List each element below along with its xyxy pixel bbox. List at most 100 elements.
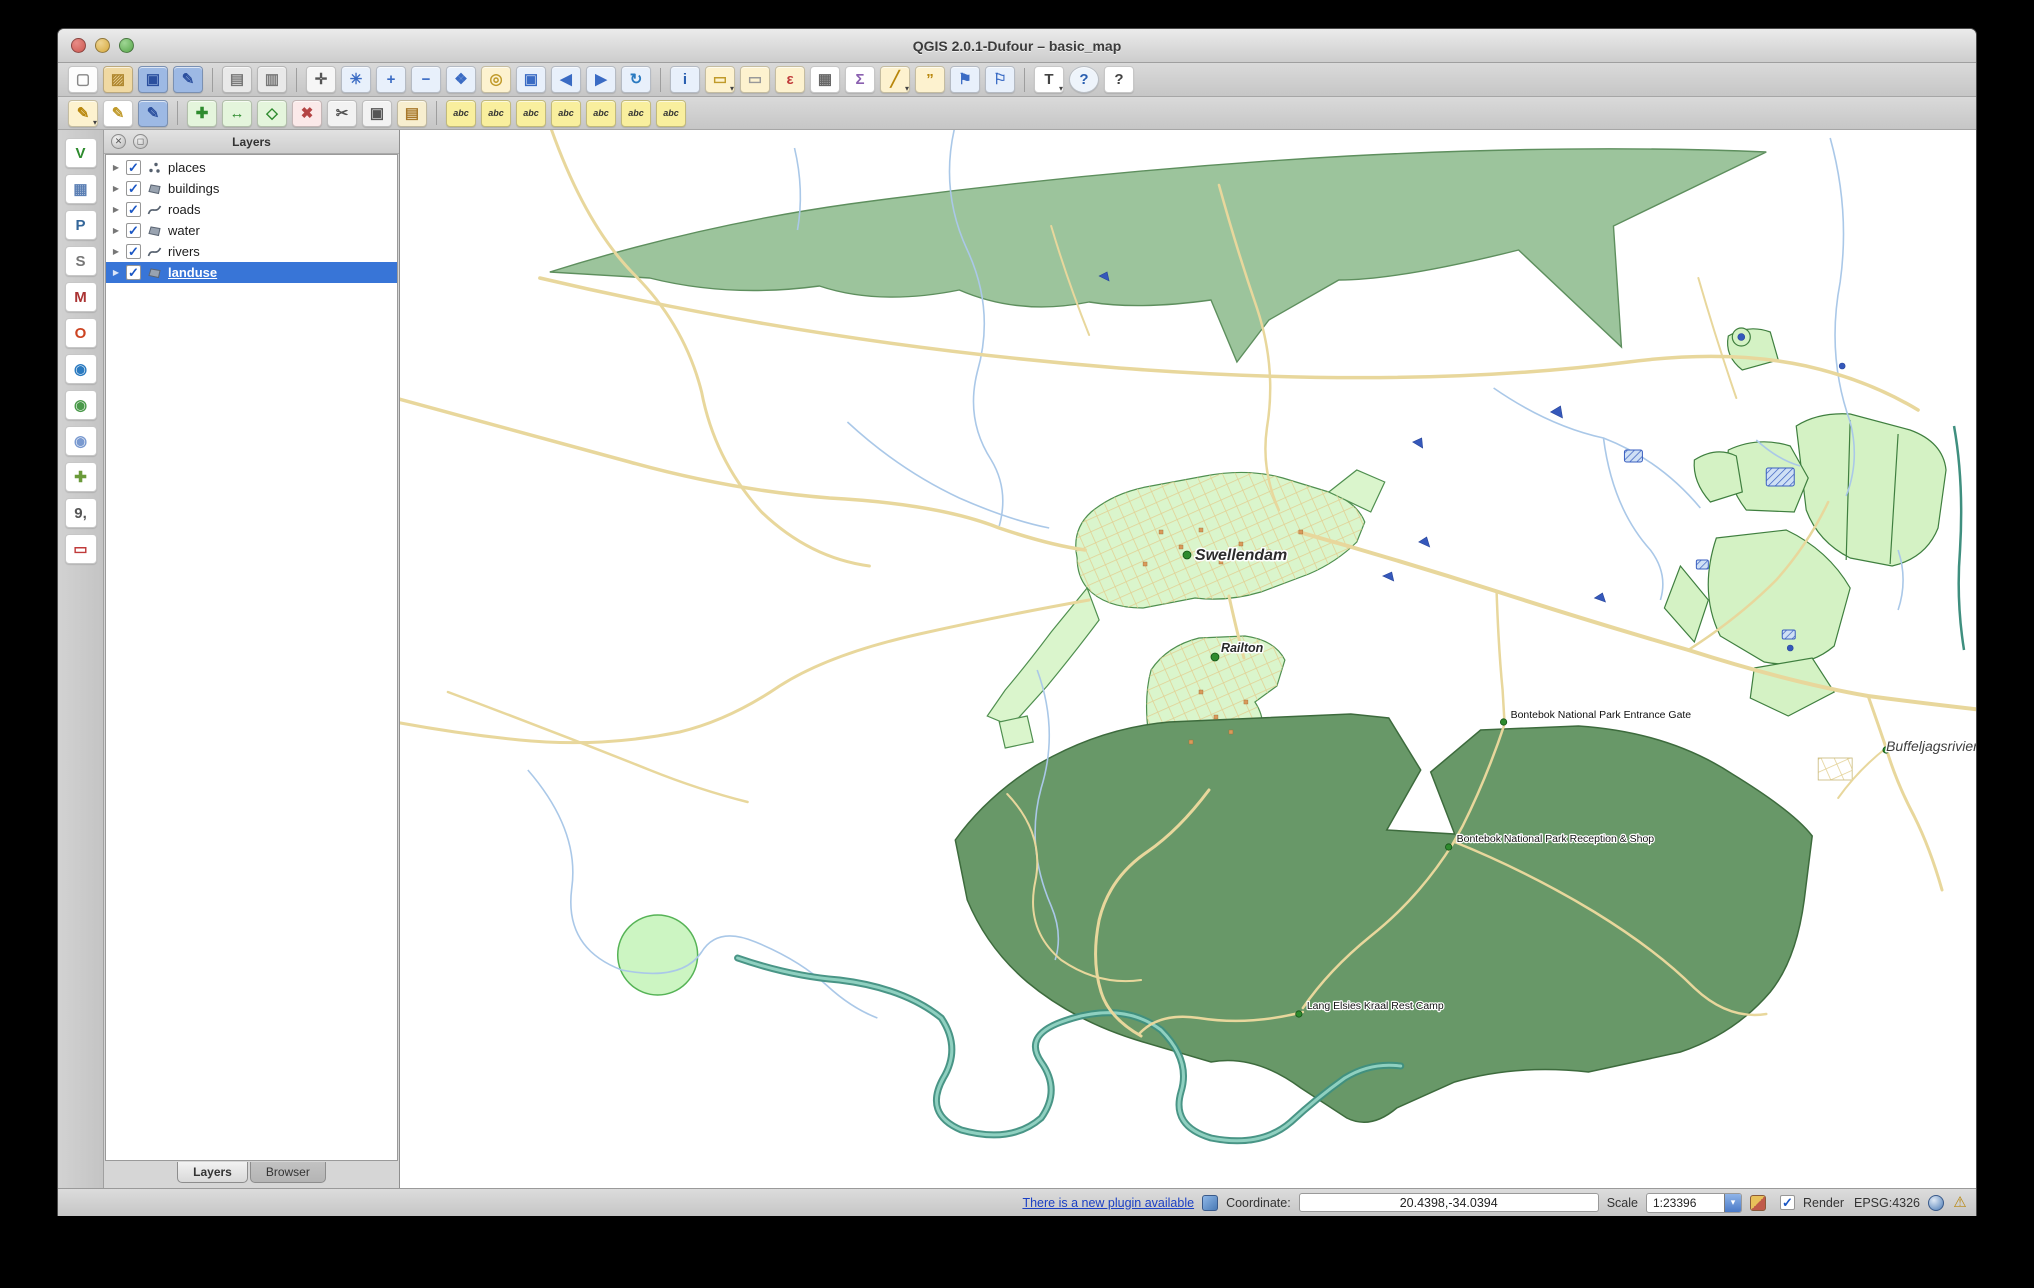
rotate-label[interactable]: abc (621, 99, 651, 127)
move-feature[interactable]: ↔ (222, 99, 252, 127)
map-canvas[interactable]: Swellendam Railton Bontebok National Par… (400, 130, 1976, 1188)
combo-dropdown-icon[interactable]: ▾ (1723, 1193, 1741, 1212)
zoom-full-extent[interactable]: ❖ (446, 66, 476, 93)
add-raster-layer[interactable]: ▦ (64, 174, 97, 204)
pin-unpin-labels[interactable]: abc (516, 99, 546, 127)
layer-item-landuse[interactable]: ▶ ✓ landuse (106, 262, 397, 283)
coordinate-input[interactable]: 20.4398,-34.0394 (1298, 1193, 1599, 1212)
add-feature[interactable]: ✚ (187, 99, 217, 127)
expand-arrow-icon[interactable]: ▶ (111, 205, 121, 214)
new-bookmark[interactable]: ⚑ (950, 66, 980, 93)
add-spatialite-layer[interactable]: S (64, 246, 97, 276)
render-checkbox[interactable]: ✓ (1779, 1195, 1795, 1210)
add-delimited-text-layer[interactable]: 9, (64, 498, 97, 528)
open-project[interactable]: ▨ (103, 66, 133, 93)
copy-features[interactable]: ▣ (362, 99, 392, 127)
refresh-map[interactable]: ↻ (621, 66, 651, 93)
touch-zoom[interactable]: ✳ (341, 66, 371, 93)
add-wcs-layer[interactable]: ◉ (64, 390, 97, 420)
whats-this[interactable]: ? (1104, 66, 1134, 93)
identify-features[interactable]: i (670, 66, 700, 93)
help-contents[interactable]: ? (1069, 66, 1099, 93)
show-hide-labels[interactable]: abc (551, 99, 581, 127)
text-annotation[interactable]: T ▾ (1034, 66, 1064, 93)
new-print-composer[interactable]: ▤ (222, 66, 252, 93)
layer-checkbox[interactable]: ✓ (126, 181, 141, 196)
layer-item-rivers[interactable]: ▶ ✓ rivers (106, 241, 397, 262)
zoom-out[interactable]: − (411, 66, 441, 93)
zoom-to-selection[interactable]: ◎ (481, 66, 511, 93)
panel-tabs: Layers Browser (104, 1161, 399, 1188)
select-features[interactable]: ▭ ▾ (705, 66, 735, 93)
zoom-to-layer[interactable]: ▣ (516, 66, 546, 93)
layers-panel-header[interactable]: ✕ ◻ Layers (104, 130, 399, 154)
select-by-expression[interactable]: ε (775, 66, 805, 93)
save-project[interactable]: ▣ (138, 66, 168, 93)
zoom-in-icon: + (386, 71, 396, 88)
change-label-properties[interactable]: abc (656, 99, 686, 127)
minimize-window-button[interactable] (95, 38, 110, 53)
log-messages-icon[interactable]: ⚠ (1952, 1194, 1968, 1211)
zoom-window-button[interactable] (119, 38, 134, 53)
expand-arrow-icon[interactable]: ▶ (111, 184, 121, 193)
new-plugin-link[interactable]: There is a new plugin available (1022, 1196, 1194, 1210)
crs-status-icon[interactable] (1928, 1194, 1944, 1211)
layer-item-places[interactable]: ▶ ✓ places (106, 157, 397, 178)
toggle-editing[interactable]: ✎ (103, 99, 133, 127)
paste-features[interactable]: ▤ (397, 99, 427, 127)
add-mssql-layer[interactable]: M (64, 282, 97, 312)
zoom-next[interactable]: ▶ (586, 66, 616, 93)
paint-icon[interactable] (1749, 1194, 1766, 1211)
map-label-rest-camp: Lang Elsies Kraal Rest Camp (1307, 1001, 1444, 1012)
add-wms-layer[interactable]: ◉ (64, 354, 97, 384)
zoom-last[interactable]: ◀ (551, 66, 581, 93)
expand-arrow-icon[interactable]: ▶ (111, 163, 121, 172)
title-bar[interactable]: QGIS 2.0.1-Dufour – basic_map (58, 29, 1976, 63)
close-window-button[interactable] (71, 38, 86, 53)
panel-tab-layers[interactable]: Layers (177, 1162, 248, 1183)
save-layer-edits[interactable]: ✎ (138, 99, 168, 127)
composer-manager[interactable]: ▥ (257, 66, 287, 93)
new-project[interactable]: ▢ (68, 66, 98, 93)
map-tips[interactable]: ” (915, 66, 945, 93)
layer-labeling-options[interactable]: abc (446, 99, 476, 127)
panel-tab-browser[interactable]: Browser (249, 1162, 326, 1183)
pan-map[interactable]: ✛ (306, 66, 336, 93)
save-project-as[interactable]: ✎ (173, 66, 203, 93)
layer-checkbox[interactable]: ✓ (126, 160, 141, 175)
dropdown-arrow-icon: ▾ (729, 84, 734, 93)
new-shapefile-layer[interactable]: ✚ (64, 462, 97, 492)
scale-label: Scale (1606, 1195, 1638, 1210)
add-vector-layer[interactable]: V (64, 138, 97, 168)
scale-combo[interactable]: 1:23396 ▾ (1645, 1192, 1742, 1213)
layer-checkbox[interactable]: ✓ (126, 265, 141, 280)
add-postgis-layer[interactable]: P (64, 210, 97, 240)
panel-close-button[interactable]: ✕ (111, 134, 126, 149)
show-bookmarks[interactable]: ⚐ (985, 66, 1015, 93)
cut-features[interactable]: ✂ (327, 99, 357, 127)
node-tool[interactable]: ◇ (257, 99, 287, 127)
layer-item-buildings[interactable]: ▶ ✓ buildings (106, 178, 397, 199)
expand-arrow-icon[interactable]: ▶ (111, 247, 121, 256)
layer-checkbox[interactable]: ✓ (126, 223, 141, 238)
plugin-icon[interactable] (1202, 1194, 1219, 1211)
deselect-features[interactable]: ▭ (740, 66, 770, 93)
highlight-pinned-labels[interactable]: abc (481, 99, 511, 127)
expand-arrow-icon[interactable]: ▶ (111, 268, 121, 277)
add-wfs-layer[interactable]: ◉ (64, 426, 97, 456)
expand-arrow-icon[interactable]: ▶ (111, 226, 121, 235)
layer-item-water[interactable]: ▶ ✓ water (106, 220, 397, 241)
open-attribute-table[interactable]: ▦ (810, 66, 840, 93)
add-oracle-layer[interactable]: O (64, 318, 97, 348)
move-label[interactable]: abc (586, 99, 616, 127)
remove-layer[interactable]: ▭ (64, 534, 97, 564)
layer-checkbox[interactable]: ✓ (126, 244, 141, 259)
measure-line[interactable]: ╱ ▾ (880, 66, 910, 93)
delete-selected[interactable]: ✖ (292, 99, 322, 127)
field-calculator[interactable]: Σ (845, 66, 875, 93)
layer-item-roads[interactable]: ▶ ✓ roads (106, 199, 397, 220)
layer-checkbox[interactable]: ✓ (126, 202, 141, 217)
zoom-in[interactable]: + (376, 66, 406, 93)
current-edits[interactable]: ✎ ▾ (68, 99, 98, 127)
panel-float-button[interactable]: ◻ (133, 134, 148, 149)
